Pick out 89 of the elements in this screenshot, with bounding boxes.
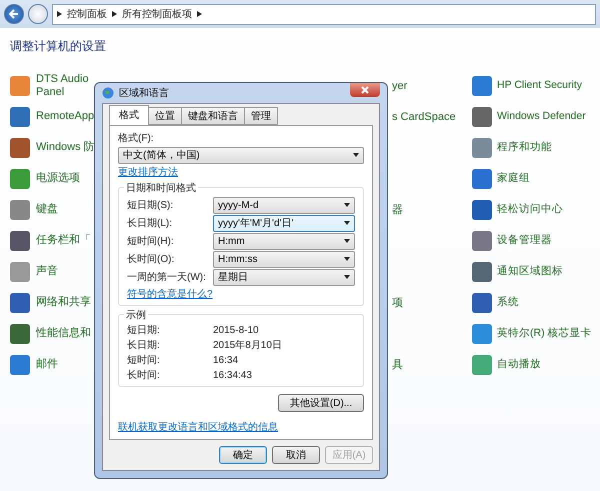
breadcrumb-arrow-icon	[57, 11, 62, 17]
format-dropdown[interactable]: yyyy'年'M'月'd'日'	[213, 214, 355, 232]
tab[interactable]: 位置	[148, 107, 182, 125]
app-icon	[472, 262, 492, 282]
online-info-link[interactable]: 联机获取更改语言和区域格式的信息	[118, 420, 278, 434]
back-button[interactable]	[4, 4, 24, 24]
app-icon	[472, 230, 492, 250]
close-button[interactable]	[350, 83, 380, 97]
app-icon	[10, 230, 30, 250]
format-dropdown[interactable]: 星期日	[213, 268, 355, 286]
example-value: 2015-8-10	[213, 324, 259, 336]
close-icon	[361, 86, 369, 94]
tab[interactable]: 管理	[244, 107, 278, 125]
format-dropdown[interactable]: H:mm	[213, 232, 355, 250]
field-label: 长时间(O):	[127, 252, 176, 266]
tab[interactable]: 格式	[109, 105, 149, 125]
app-icon	[472, 200, 492, 220]
control-panel-item[interactable]: 英特尔(R) 核芯显卡	[497, 327, 592, 340]
format-dropdown[interactable]: yyyy-M-d	[213, 196, 355, 214]
control-panel-item[interactable]: 性能信息和	[36, 327, 91, 340]
example-value: 16:34:43	[213, 370, 252, 380]
app-icon	[472, 138, 492, 158]
app-icon	[10, 76, 30, 96]
sort-link[interactable]: 更改排序方法	[118, 165, 178, 179]
app-icon	[10, 168, 30, 188]
example-label: 短时间:	[127, 354, 161, 367]
group-title: 示例	[124, 308, 148, 322]
field-label: 长日期(L):	[127, 216, 173, 230]
control-panel-item[interactable]: Windows 防	[36, 141, 95, 154]
control-panel-item[interactable]: 系统	[497, 296, 519, 309]
app-icon	[10, 262, 30, 282]
example-value: 16:34	[213, 354, 238, 366]
control-panel-item[interactable]: HP Client Security	[497, 79, 582, 92]
control-panel-item[interactable]: 邮件	[36, 358, 58, 371]
control-panel-item[interactable]: s CardSpace	[392, 110, 456, 122]
app-icon	[472, 292, 492, 312]
format-label: 格式(F):	[118, 132, 155, 145]
control-panel-item[interactable]: 项	[392, 295, 403, 310]
breadcrumb-arrow-icon	[112, 11, 117, 17]
control-panel-item[interactable]: 设备管理器	[497, 234, 552, 247]
app-icon	[10, 324, 30, 344]
globe-icon	[102, 87, 114, 99]
control-panel-item[interactable]: 通知区域图标	[497, 265, 563, 278]
control-panel-item[interactable]: 器	[392, 202, 403, 217]
dialog-title: 区域和语言	[119, 86, 170, 100]
dialog-button[interactable]: 确定	[219, 446, 267, 464]
control-panel-item[interactable]: 任务栏和「	[36, 234, 91, 247]
control-panel-item[interactable]: DTS Audio Panel	[36, 72, 89, 98]
app-icon	[10, 200, 30, 220]
help-link[interactable]: 符号的含意是什么?	[127, 287, 213, 301]
control-panel-item[interactable]: 电源选项	[36, 172, 80, 185]
format-dropdown[interactable]: H:mm:ss	[213, 250, 355, 268]
control-panel-item[interactable]: Windows Defender	[497, 110, 586, 123]
field-label: 短日期(S):	[127, 198, 174, 212]
control-panel-item[interactable]: 网络和共享	[36, 296, 91, 309]
back-arrow-icon	[9, 9, 19, 19]
other-settings-button[interactable]: 其他设置(D)...	[278, 394, 364, 412]
forward-button[interactable]	[28, 4, 48, 24]
control-panel-item[interactable]: 声音	[36, 265, 58, 278]
app-icon	[10, 292, 30, 312]
control-panel-item[interactable]: 家庭组	[497, 172, 530, 185]
control-panel-item[interactable]: yer	[392, 80, 408, 92]
control-panel-item[interactable]: 程序和功能	[497, 141, 552, 154]
app-icon	[472, 324, 492, 344]
control-panel-item[interactable]: 具	[392, 357, 403, 372]
field-label: 短时间(H):	[127, 234, 175, 248]
field-label: 一周的第一天(W):	[127, 271, 207, 284]
address-bar[interactable]: 控制面板 所有控制面板项	[52, 4, 596, 24]
breadcrumb-arrow-icon	[197, 11, 202, 17]
example-label: 短日期:	[127, 324, 161, 337]
example-label: 长日期:	[127, 338, 161, 352]
tab[interactable]: 键盘和语言	[181, 107, 245, 125]
app-icon	[472, 76, 492, 96]
control-panel-item[interactable]: RemoteApp	[36, 110, 94, 123]
app-icon	[472, 354, 492, 374]
group-title: 日期和时间格式	[124, 181, 198, 195]
dialog-button[interactable]: 取消	[272, 446, 320, 464]
control-panel-item[interactable]: 自动播放	[497, 358, 541, 371]
app-icon	[10, 106, 30, 126]
app-icon	[472, 168, 492, 188]
app-icon	[10, 354, 30, 374]
control-panel-item[interactable]: 轻松访问中心	[497, 203, 563, 216]
app-icon	[10, 138, 30, 158]
example-value: 2015年8月10日	[213, 339, 282, 352]
example-label: 长时间:	[127, 368, 161, 382]
app-icon	[472, 106, 492, 126]
control-panel-item[interactable]: 键盘	[36, 203, 58, 216]
format-dropdown[interactable]: 中文(简体，中国)	[118, 146, 364, 164]
page-heading: 调整计算机的设置	[9, 38, 107, 55]
